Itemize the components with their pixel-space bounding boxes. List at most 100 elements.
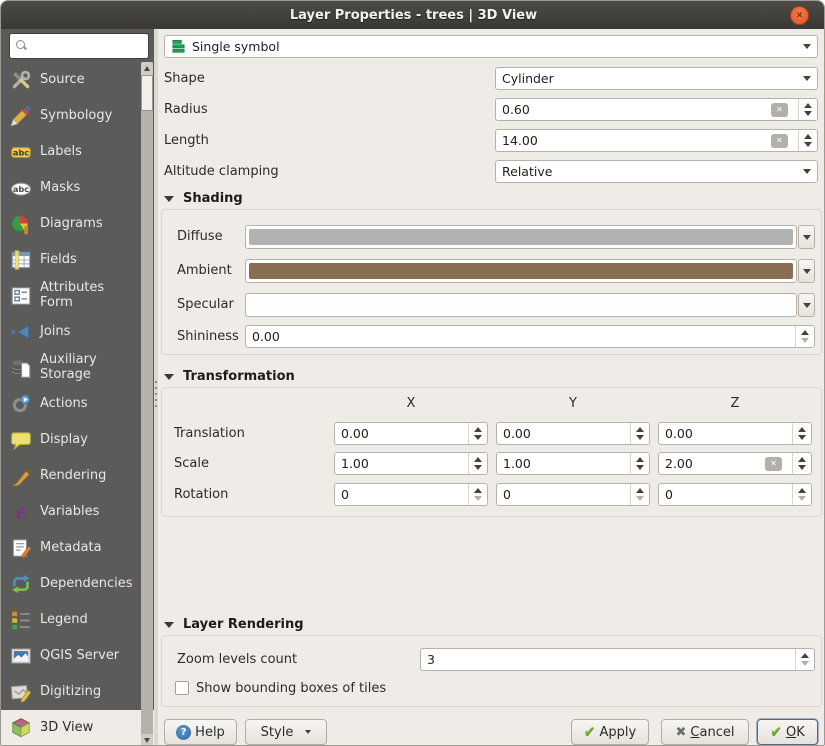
zoom-levels-input[interactable]: 3 xyxy=(420,648,815,671)
sidebar-item-auxiliary-storage[interactable]: Auxiliary Storage xyxy=(1,350,154,386)
sidebar-item-qgis-server[interactable]: QGIS Server xyxy=(1,638,154,674)
chevron-down-icon xyxy=(803,303,811,308)
collapse-triangle-icon xyxy=(164,622,174,628)
spin-buttons[interactable] xyxy=(468,423,487,444)
cancel-button[interactable]: Cancel xyxy=(661,719,749,745)
sidebar-item-variables[interactable]: ε Variables xyxy=(1,494,154,530)
main-panel: Single symbol Shape Cylinder Radius 0.60… xyxy=(158,29,825,746)
spin-buttons[interactable] xyxy=(468,484,487,505)
layer-properties-dialog: Layer Properties - trees | 3D View Sourc… xyxy=(0,0,825,746)
ambient-label: Ambient xyxy=(177,263,232,278)
sidebar-item-symbology[interactable]: Symbology xyxy=(1,98,154,134)
help-button[interactable]: Help xyxy=(164,719,237,745)
sidebar-item-masks[interactable]: abc Masks xyxy=(1,170,154,206)
radius-label: Radius xyxy=(164,102,208,117)
spin-buttons[interactable] xyxy=(630,453,649,474)
altitude-clamping-select[interactable]: Relative xyxy=(495,160,818,183)
apply-button[interactable]: Apply xyxy=(571,719,649,745)
spin-buttons[interactable] xyxy=(792,423,811,444)
spin-buttons[interactable] xyxy=(630,423,649,444)
radius-input[interactable]: 0.60 xyxy=(495,98,818,121)
sidebar-item-labels[interactable]: abc Labels xyxy=(1,134,154,170)
length-input[interactable]: 14.00 xyxy=(495,129,818,152)
collapse-triangle-icon xyxy=(164,374,174,380)
spin-buttons[interactable] xyxy=(795,326,814,347)
clear-icon[interactable] xyxy=(765,457,782,471)
scale-y-input[interactable]: 1.00 xyxy=(496,452,650,475)
scrollbar-down-icon[interactable] xyxy=(141,734,153,746)
fields-icon xyxy=(10,249,32,271)
sidebar-item-3d-view[interactable]: 3D View xyxy=(1,710,154,746)
sidebar-item-label: Variables xyxy=(40,505,113,520)
spin-buttons[interactable] xyxy=(798,130,817,151)
sidebar-item-label: Actions xyxy=(40,397,102,412)
sidebar-item-label: Diagrams xyxy=(40,217,117,232)
sidebar-item-fields[interactable]: Fields xyxy=(1,242,154,278)
sidebar-item-attributes-form[interactable]: Attributes Form xyxy=(1,278,154,314)
close-icon[interactable] xyxy=(790,6,809,25)
scrollbar-up-icon[interactable] xyxy=(141,62,153,75)
spin-buttons[interactable] xyxy=(792,484,811,505)
spin-buttons[interactable] xyxy=(795,649,814,670)
source-icon xyxy=(10,69,32,91)
length-label: Length xyxy=(164,133,209,148)
sidebar-item-legend[interactable]: Legend xyxy=(1,602,154,638)
sidebar-item-joins[interactable]: Joins xyxy=(1,314,154,350)
rotation-y-input[interactable]: 0 xyxy=(496,483,650,506)
specular-color-button[interactable] xyxy=(245,293,797,317)
scale-x-input[interactable]: 1.00 xyxy=(334,452,488,475)
svg-text:abc: abc xyxy=(13,147,29,157)
rotation-x-input[interactable]: 0 xyxy=(334,483,488,506)
diffuse-color-button[interactable] xyxy=(245,225,797,249)
renderer-type-select[interactable]: Single symbol xyxy=(164,35,818,58)
sidebar-scrollbar xyxy=(141,62,153,746)
search-input[interactable] xyxy=(9,33,149,59)
spin-buttons[interactable] xyxy=(798,99,817,120)
ok-button[interactable]: OK xyxy=(757,719,818,745)
sidebar-item-dependencies[interactable]: Dependencies xyxy=(1,566,154,602)
diffuse-color-menu-button[interactable] xyxy=(798,225,815,249)
sidebar-item-diagrams[interactable]: Diagrams xyxy=(1,206,154,242)
layer-rendering-section-header[interactable]: Layer Rendering xyxy=(164,617,304,632)
shape-select[interactable]: Cylinder xyxy=(495,67,818,90)
actions-icon xyxy=(10,393,32,415)
scrollbar-thumb[interactable] xyxy=(141,75,153,111)
specular-color-menu-button[interactable] xyxy=(798,293,815,317)
sidebar-item-label: Dependencies xyxy=(40,577,147,592)
sidebar-item-label: Joins xyxy=(40,325,84,340)
sidebar-item-metadata[interactable]: Metadata xyxy=(1,530,154,566)
translation-label: Translation xyxy=(174,426,245,441)
sidebar-item-digitizing[interactable]: Digitizing xyxy=(1,674,154,710)
spin-buttons[interactable] xyxy=(630,484,649,505)
chevron-down-icon xyxy=(803,169,811,174)
sidebar-item-rendering[interactable]: Rendering xyxy=(1,458,154,494)
sidebar-item-actions[interactable]: Actions xyxy=(1,386,154,422)
translation-z-input[interactable]: 0.00 xyxy=(658,422,812,445)
ambient-color-button[interactable] xyxy=(245,259,797,283)
rotation-z-input[interactable]: 0 xyxy=(658,483,812,506)
clear-icon[interactable] xyxy=(771,103,788,117)
scale-label: Scale xyxy=(174,456,209,471)
sidebar-item-display[interactable]: Display xyxy=(1,422,154,458)
translation-y-input[interactable]: 0.00 xyxy=(496,422,650,445)
scale-z-input[interactable]: 2.00 xyxy=(658,452,812,475)
qgis-server-icon xyxy=(10,645,32,667)
help-icon xyxy=(176,725,191,740)
spin-buttons[interactable] xyxy=(792,453,811,474)
clear-icon[interactable] xyxy=(771,134,788,148)
transformation-section-header[interactable]: Transformation xyxy=(164,369,295,384)
metadata-icon xyxy=(10,537,32,559)
style-button[interactable]: Style xyxy=(245,719,327,745)
sidebar-item-source[interactable]: Source xyxy=(1,62,154,98)
rendering-icon xyxy=(10,465,32,487)
shading-section-header[interactable]: Shading xyxy=(164,191,243,206)
translation-x-input[interactable]: 0.00 xyxy=(334,422,488,445)
diffuse-swatch xyxy=(249,229,793,245)
ambient-color-menu-button[interactable] xyxy=(798,259,815,283)
diagrams-icon xyxy=(10,213,32,235)
show-bounding-boxes-checkbox[interactable] xyxy=(175,681,189,695)
chevron-down-icon xyxy=(803,44,811,49)
spin-buttons[interactable] xyxy=(468,453,487,474)
shininess-input[interactable]: 0.00 xyxy=(245,325,815,348)
specular-label: Specular xyxy=(177,297,234,312)
